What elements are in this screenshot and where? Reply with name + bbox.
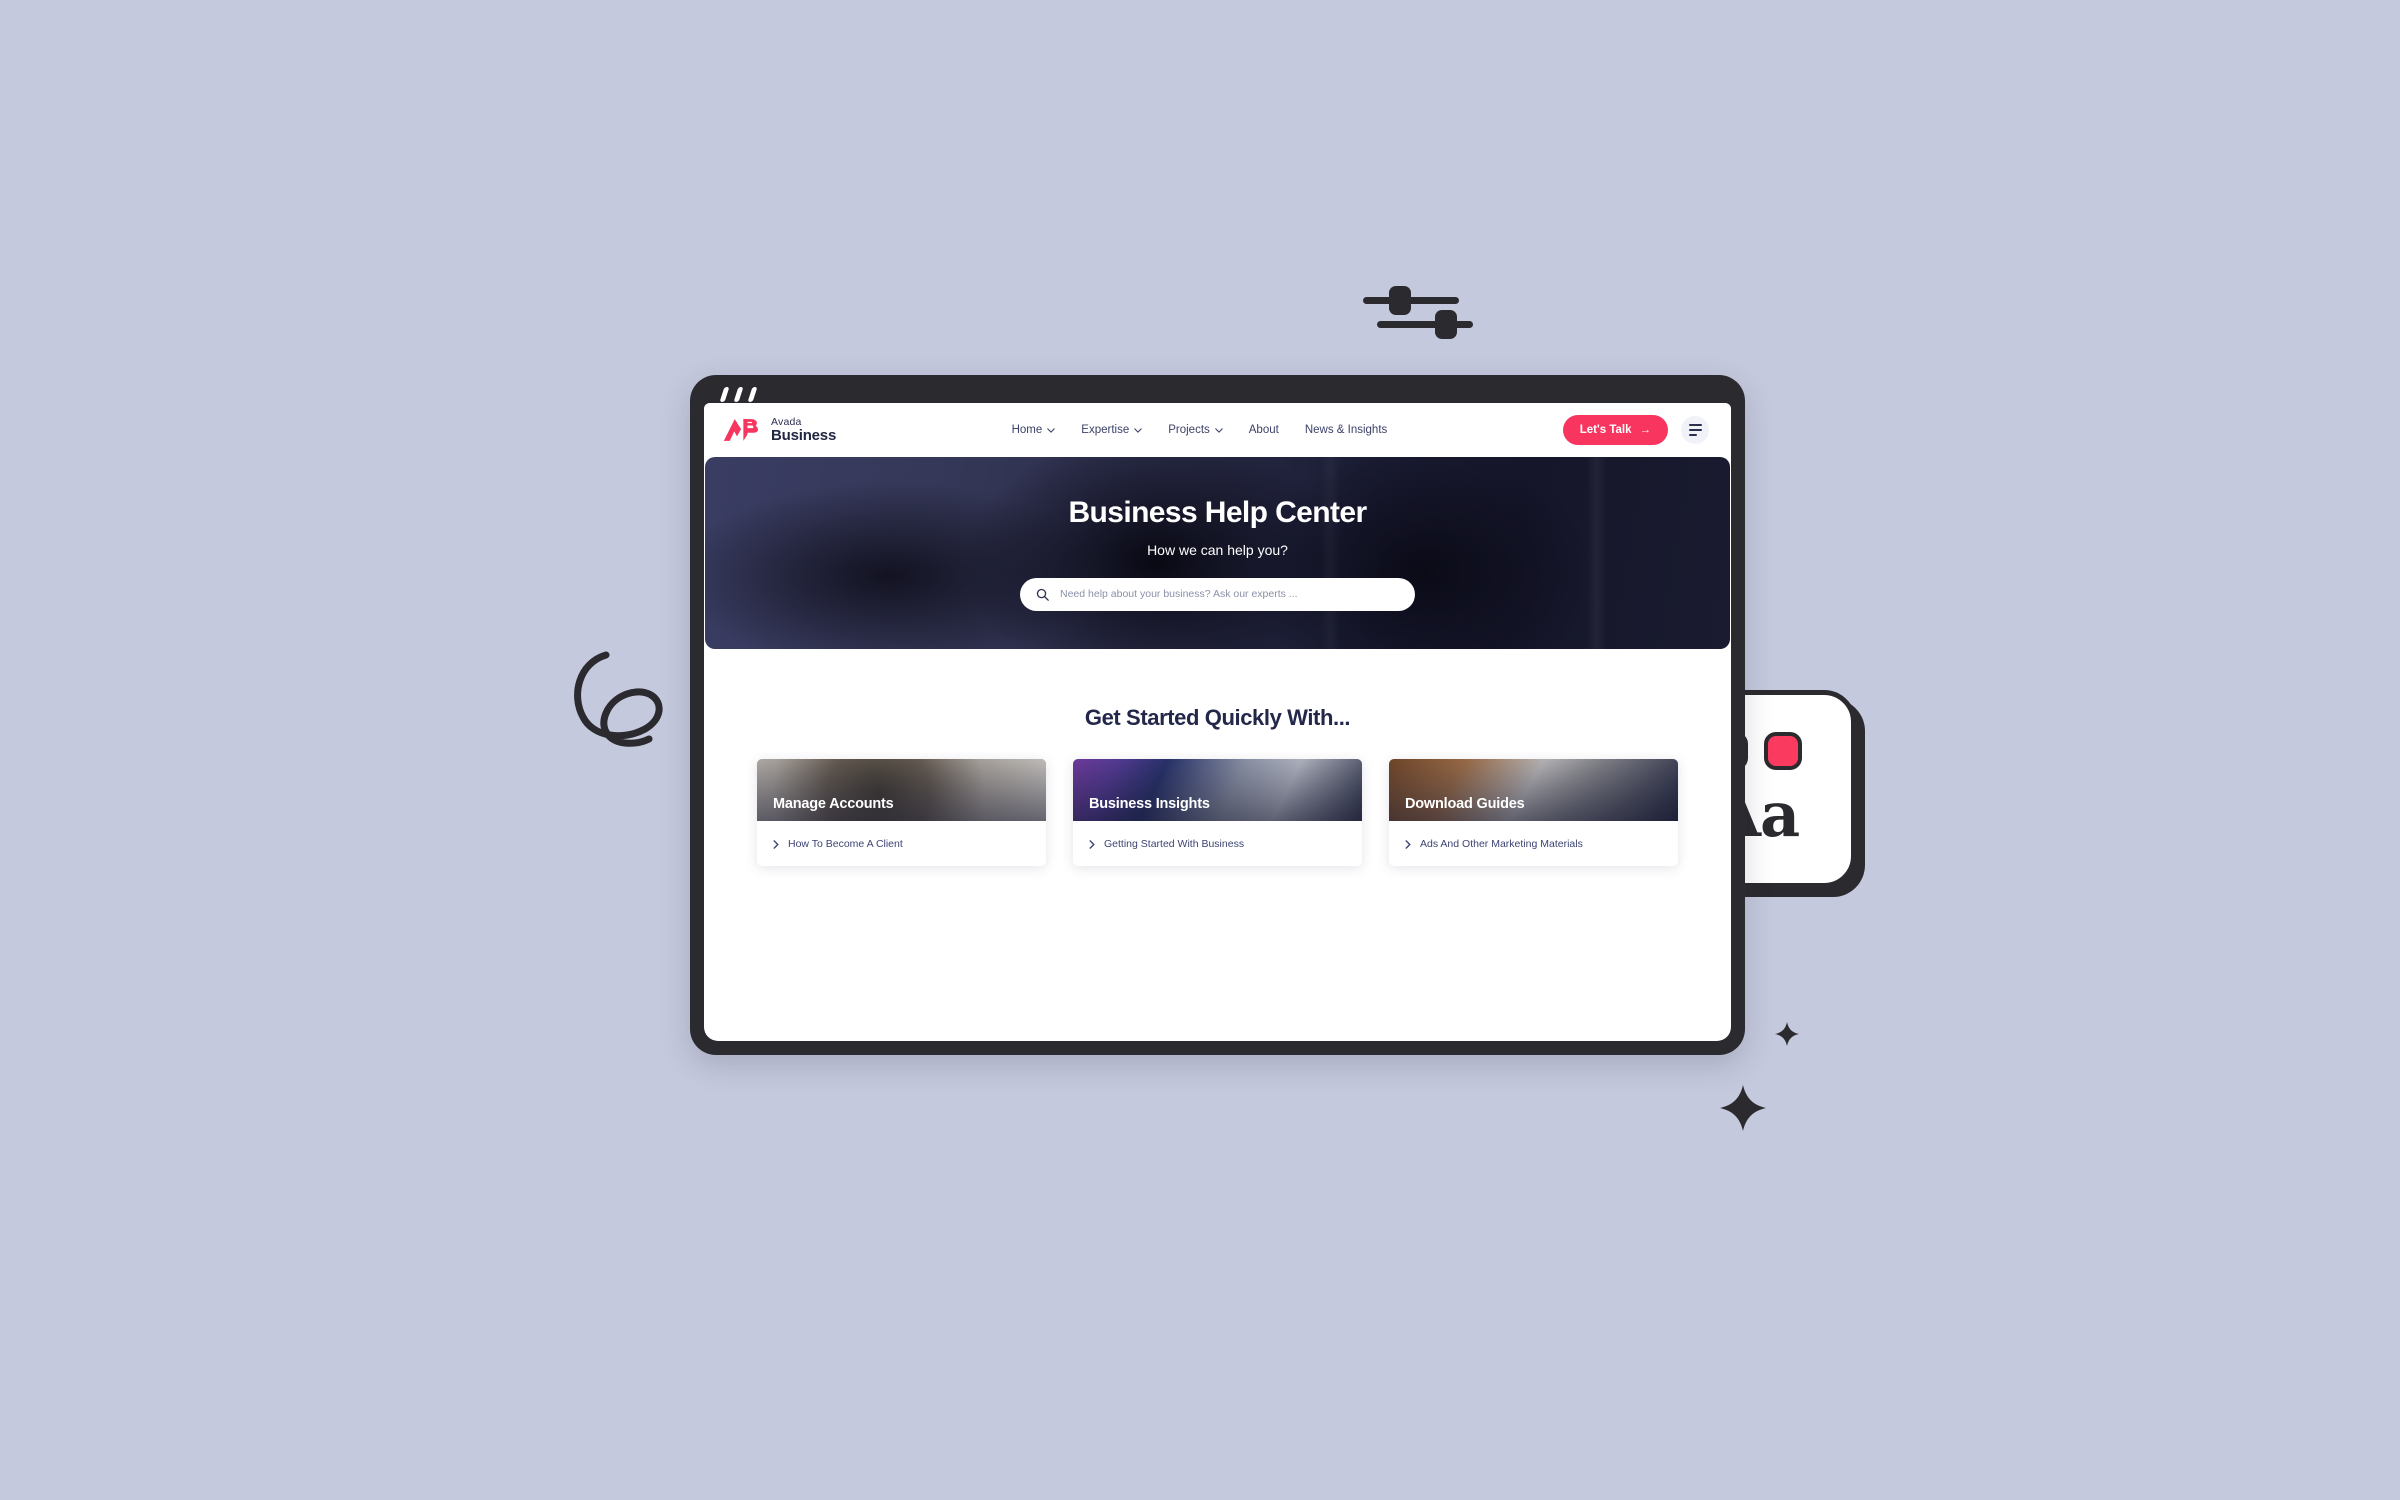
card-manage-accounts[interactable]: Manage Accounts How To Become A Client	[757, 759, 1046, 866]
nav-label: Projects	[1168, 424, 1210, 436]
site-header: Avada Business Home Expertise Projects A…	[704, 403, 1731, 457]
arrow-right-icon: →	[1639, 424, 1652, 436]
card-link-label: Ads And Other Marketing Materials	[1420, 838, 1583, 850]
sparkle-icon	[1720, 1085, 1766, 1131]
chevron-down-icon	[1047, 427, 1056, 433]
sliders-icon	[1355, 280, 1475, 350]
chevron-right-icon	[1405, 839, 1411, 849]
hamburger-bar	[1688, 429, 1702, 431]
nav-item-about[interactable]: About	[1249, 424, 1279, 436]
chevron-down-icon	[1215, 427, 1223, 433]
hero-subtitle: How we can help you?	[1147, 541, 1288, 558]
color-swatch-accent	[1764, 732, 1802, 770]
card-title: Manage Accounts	[773, 796, 894, 812]
window-control-dot[interactable]	[733, 387, 744, 402]
hamburger-bar	[1688, 424, 1702, 426]
nav-label: News & Insights	[1304, 424, 1388, 436]
hamburger-icon[interactable]	[1681, 416, 1709, 444]
card-title: Business Insights	[1089, 796, 1210, 812]
nav-item-news-insights[interactable]: News & Insights	[1305, 424, 1387, 436]
card-body: Getting Started With Business	[1073, 821, 1362, 866]
lets-talk-button[interactable]: Let's Talk →	[1562, 415, 1668, 445]
window-controls[interactable]	[719, 387, 758, 402]
get-started-cards: Manage Accounts How To Become A Client B…	[704, 759, 1731, 866]
chevron-right-icon	[1089, 839, 1095, 849]
card-image: Business Insights	[1073, 759, 1362, 821]
nav-label: About	[1248, 424, 1279, 436]
logo-text-block: Avada Business	[771, 415, 837, 444]
hero-search-bar[interactable]	[1020, 577, 1415, 611]
logo-bottom-label: Business	[771, 426, 837, 444]
card-link-label: Getting Started With Business	[1104, 838, 1245, 850]
hamburger-bar	[1688, 434, 1697, 436]
window-control-dot[interactable]	[747, 387, 758, 402]
page-title: Business Help Center	[1068, 495, 1367, 529]
nav-label: Expertise	[1081, 424, 1130, 436]
nav-label: Home	[1011, 424, 1043, 436]
sparkle-icon	[1775, 1022, 1799, 1046]
nav-item-home[interactable]: Home	[1012, 424, 1056, 436]
card-business-insights[interactable]: Business Insights Getting Started With B…	[1073, 759, 1362, 866]
lets-talk-label: Let's Talk	[1579, 424, 1632, 436]
card-link-label: How To Become A Client	[788, 838, 903, 850]
card-download-guides[interactable]: Download Guides Ads And Other Marketing …	[1389, 759, 1678, 866]
header-actions: Let's Talk →	[1562, 415, 1709, 445]
card-image: Download Guides	[1389, 759, 1678, 821]
card-link[interactable]: Ads And Other Marketing Materials	[1405, 838, 1662, 850]
squiggle-e-icon	[565, 645, 675, 750]
nav-item-projects[interactable]: Projects	[1168, 424, 1223, 436]
hero-section: Business Help Center How we can help you…	[705, 457, 1730, 649]
site-logo[interactable]: Avada Business	[722, 415, 837, 444]
browser-window: Avada Business Home Expertise Projects A…	[690, 375, 1745, 1055]
card-body: Ads And Other Marketing Materials	[1389, 821, 1678, 866]
chevron-down-icon	[1134, 427, 1142, 433]
card-body: How To Become A Client	[757, 821, 1046, 866]
nav-item-expertise[interactable]: Expertise	[1081, 424, 1142, 436]
card-title: Download Guides	[1405, 796, 1525, 812]
browser-viewport: Avada Business Home Expertise Projects A…	[704, 403, 1731, 1041]
avada-logo-icon	[723, 419, 759, 441]
logo-top-label: Avada	[771, 415, 802, 428]
search-icon	[1036, 588, 1049, 601]
window-control-dot[interactable]	[719, 387, 730, 402]
main-navigation: Home Expertise Projects About News & Ins…	[836, 424, 1563, 436]
card-link[interactable]: How To Become A Client	[773, 838, 1030, 850]
chevron-right-icon	[773, 839, 779, 849]
card-link[interactable]: Getting Started With Business	[1089, 838, 1346, 850]
search-input[interactable]	[1060, 588, 1399, 600]
section-heading: Get Started Quickly With...	[1084, 705, 1351, 730]
card-image: Manage Accounts	[757, 759, 1046, 821]
